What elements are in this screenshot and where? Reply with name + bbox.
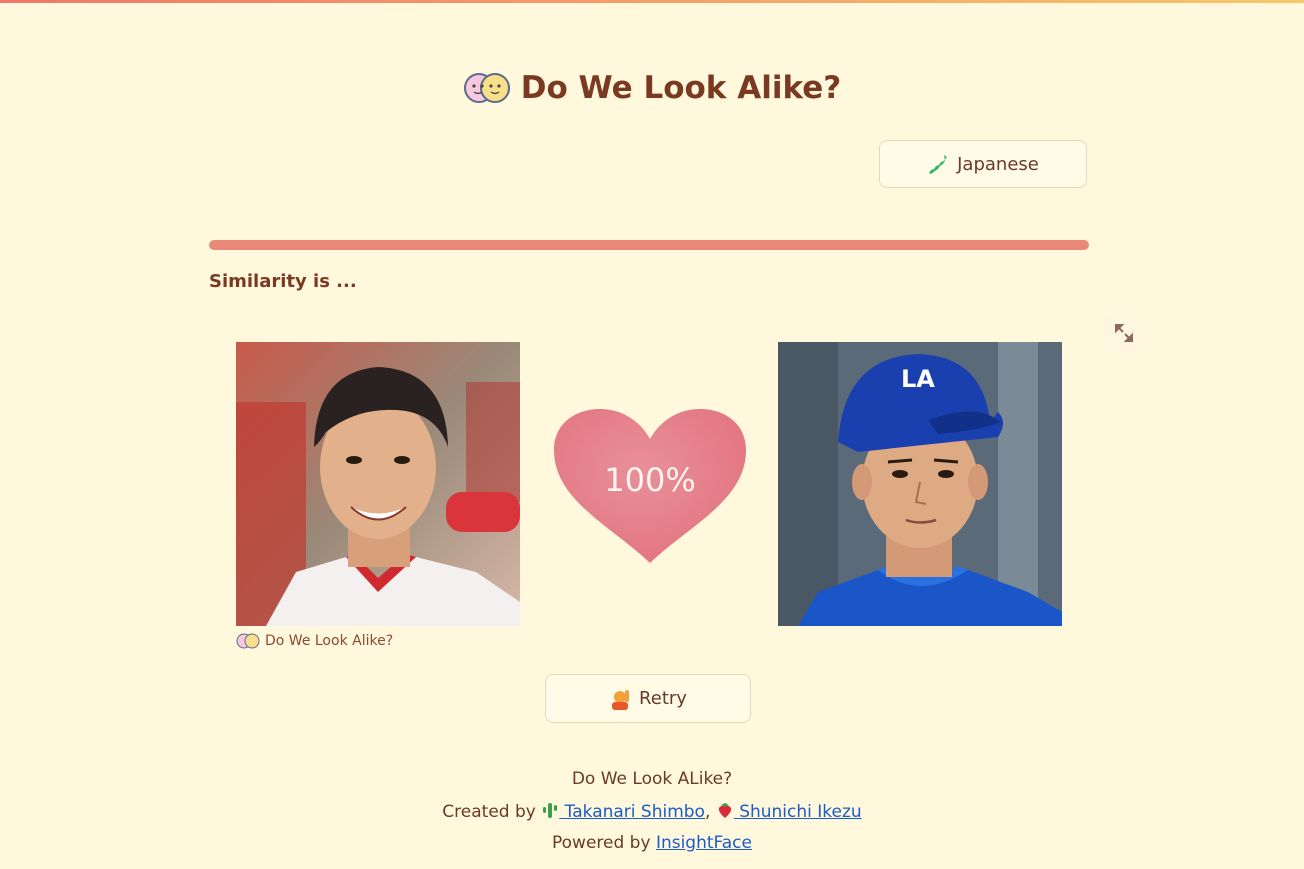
photo-caption-text: Do We Look Alike? — [265, 633, 394, 649]
fullscreen-button[interactable] — [1100, 309, 1148, 357]
language-button-label: Japanese — [957, 153, 1039, 175]
two-faces-icon — [463, 73, 510, 103]
svg-text:LA: LA — [901, 365, 935, 393]
footer-powered-by: Powered by InsightFace — [0, 833, 1304, 853]
similarity-heart: 100% — [550, 405, 750, 567]
author-link-shunichi[interactable]: Shunichi Ikezu — [716, 802, 862, 822]
left-face-photo — [236, 342, 520, 626]
strawberry-icon — [718, 803, 731, 818]
footer-separator: , — [704, 802, 711, 822]
page-title-text: Do We Look Alike? — [520, 70, 842, 106]
author1-name: Takanari Shimbo — [564, 802, 705, 822]
language-toggle-button[interactable]: Japanese — [879, 140, 1087, 188]
footer-app-name: Do We Look ALike? — [571, 769, 733, 789]
similarity-heading: Similarity is ... — [209, 271, 357, 292]
author2-name: Shunichi Ikezu — [739, 802, 862, 822]
footer-created-by: Created by — [442, 802, 536, 822]
page-title: Do We Look Alike? — [0, 70, 1304, 106]
footer-powered-by-prefix: Powered by — [552, 833, 651, 853]
footer-credits: Created by Takanari Shimbo, Shunichi Ike… — [0, 801, 1304, 822]
right-face-photo: LA — [778, 342, 1062, 626]
top-decoration-bar — [0, 0, 1304, 3]
japan-map-icon — [929, 155, 948, 174]
author-link-takanari[interactable]: Takanari Shimbo — [541, 802, 705, 822]
retry-button[interactable]: Retry — [545, 674, 751, 723]
raising-hand-icon — [612, 689, 630, 710]
insightface-link[interactable]: InsightFace — [656, 833, 752, 853]
similarity-score: 100% — [604, 461, 696, 499]
progress-bar — [209, 240, 1089, 250]
retry-button-label: Retry — [639, 688, 687, 709]
photo-caption: Do We Look Alike? — [236, 632, 393, 650]
two-faces-icon — [236, 633, 260, 649]
expand-icon — [1115, 324, 1133, 342]
cactus-icon — [543, 803, 558, 818]
